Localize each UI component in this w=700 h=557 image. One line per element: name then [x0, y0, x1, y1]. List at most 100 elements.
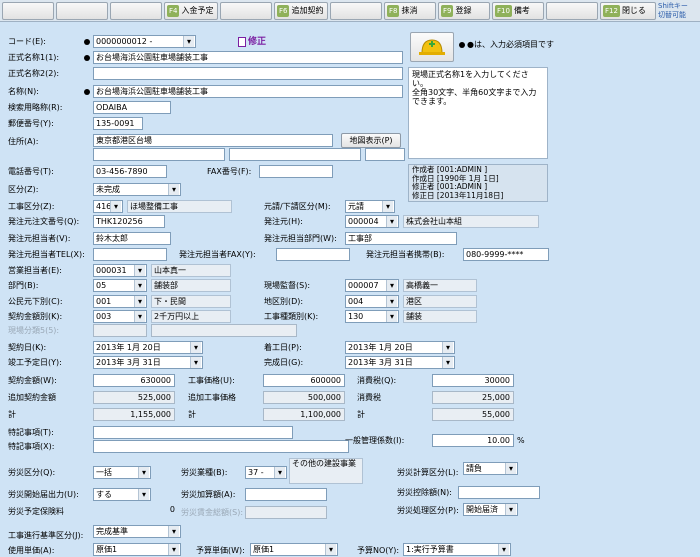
- orderer-dept-input[interactable]: 工事部: [345, 232, 457, 245]
- site-class-name: [151, 324, 297, 337]
- short-name-label: 名称(N):: [8, 87, 39, 96]
- due-date-picker[interactable]: 2013年 3月 31日: [93, 356, 203, 369]
- fkey-button-11[interactable]: [546, 2, 598, 20]
- note1-input[interactable]: [93, 426, 293, 439]
- contract-amount-input[interactable]: 630000: [93, 374, 175, 387]
- dept-select[interactable]: 05: [93, 279, 147, 292]
- address2b-input[interactable]: [229, 148, 361, 161]
- orderer-dept-label: 発注元担当部門(W):: [264, 234, 337, 243]
- close-button[interactable]: F12 閉じる: [600, 2, 656, 20]
- budget-unit-label: 予算単価(W):: [196, 546, 245, 555]
- fkey-badge: F4: [167, 5, 180, 17]
- labor-proc-label: 労災処理区分(P):: [397, 506, 459, 515]
- orderer-name: 株式会社山本組: [403, 215, 539, 228]
- zip-input[interactable]: 135-0091: [93, 117, 143, 130]
- fkey-button-7[interactable]: [330, 2, 382, 20]
- labor-calc-select[interactable]: 請負: [463, 462, 518, 475]
- orderer-tel-label: 発注元担当者TEL(X):: [8, 250, 85, 259]
- fkey-button-2[interactable]: [56, 2, 108, 20]
- name2-input[interactable]: [93, 67, 403, 80]
- note2-input[interactable]: [93, 440, 349, 453]
- fax-input[interactable]: [259, 165, 333, 178]
- payment-schedule-button[interactable]: F4 入金予定: [164, 2, 218, 20]
- name1-input[interactable]: お台場海浜公園駐車場舗装工事: [93, 51, 403, 64]
- supervisor-select[interactable]: 000007: [345, 279, 399, 292]
- contract-class-name: 2千万円以上: [151, 310, 231, 323]
- tax-input[interactable]: 30000: [432, 374, 514, 387]
- required-dot: [459, 42, 465, 48]
- contract-class-select[interactable]: 003: [93, 310, 147, 323]
- general-rate-input[interactable]: 10.00: [432, 434, 514, 447]
- labor-business-select[interactable]: 37 -: [245, 466, 287, 479]
- search-kana-label: 検索用略称(R):: [8, 103, 63, 112]
- payment-schedule-label: 入金予定: [181, 6, 214, 15]
- labor-add-rate-input[interactable]: [245, 488, 327, 501]
- percent-label: %: [517, 436, 525, 445]
- delete-button[interactable]: F8 抹消: [384, 2, 436, 20]
- orderer-code-select[interactable]: 000004: [345, 215, 399, 228]
- progress-basis-label: 工事進行基準区分(J):: [8, 531, 84, 540]
- labor-start-flag-select[interactable]: する: [93, 488, 151, 501]
- work-kind-select[interactable]: 130: [345, 310, 399, 323]
- public-private-label: 公民元下別(C):: [8, 297, 63, 306]
- fkey-badge: F6: [277, 5, 290, 17]
- budget-unit-select[interactable]: 原価1: [250, 543, 338, 556]
- orderer-tel-input[interactable]: [93, 248, 167, 261]
- add-contract-amount: 525,000: [93, 391, 175, 404]
- complete-date-label: 完成日(G):: [264, 358, 304, 367]
- register-button[interactable]: F9 登録: [438, 2, 490, 20]
- fkey-badge: F10: [495, 5, 512, 17]
- zip-label: 郵便番号(Y):: [8, 119, 54, 128]
- work-price-input[interactable]: 600000: [263, 374, 345, 387]
- category-select[interactable]: 未完成: [93, 183, 181, 196]
- budget-no-select[interactable]: 1:実行予算書: [403, 543, 511, 556]
- prime-sub-select[interactable]: 元請: [345, 200, 395, 213]
- labor-deduct-input[interactable]: [458, 486, 540, 499]
- sales-person-name: 山本真一: [151, 264, 231, 277]
- register-label: 登録: [455, 6, 472, 15]
- code-select[interactable]: 0000000012 -: [93, 35, 196, 48]
- fkey-button-5[interactable]: [220, 2, 272, 20]
- orderer-doc-input[interactable]: THK120256: [93, 215, 165, 228]
- additional-contract-button[interactable]: F6 追加契約: [274, 2, 328, 20]
- labor-proc-select[interactable]: 開始届済: [463, 503, 518, 516]
- shift-hint: Shiftキー 切替可能: [658, 2, 688, 19]
- due-date-label: 竣工予定日(Y):: [8, 358, 62, 367]
- contract-date-picker[interactable]: 2013年 1月 20日: [93, 341, 203, 354]
- map-display-button[interactable]: 地図表示(P): [341, 133, 401, 148]
- remarks-button[interactable]: F10 備考: [492, 2, 544, 20]
- fkey-badge: F9: [441, 5, 454, 17]
- progress-basis-select[interactable]: 完成基準: [93, 525, 181, 538]
- fkey-button-1[interactable]: [2, 2, 54, 20]
- work-kind-label: 工事種類別(K):: [264, 312, 319, 321]
- updated-on: 修正日 [2013年11月18日]: [412, 190, 504, 200]
- note1-label: 特記事項(T):: [8, 428, 54, 437]
- remarks-label: 備考: [513, 6, 530, 15]
- orderer-person-label: 発注元担当者(V):: [8, 234, 71, 243]
- note2-label: 特記事項(X):: [8, 442, 55, 451]
- address1-input[interactable]: 東京都港区台場: [93, 134, 333, 147]
- work-type-name: ほ場整備工事: [127, 200, 232, 213]
- orderer-mobile-input[interactable]: 080-9999-****: [463, 248, 549, 261]
- fkey-button-3[interactable]: [110, 2, 162, 20]
- phone-input[interactable]: 03-456-7890: [93, 165, 167, 178]
- search-kana-input[interactable]: ODAIBA: [93, 101, 171, 114]
- complete-date-picker[interactable]: 2013年 3月 31日: [345, 356, 455, 369]
- helmet-icon: [410, 32, 454, 62]
- work-type-code-select[interactable]: 416: [93, 200, 123, 213]
- orderer-person-input[interactable]: 鈴木太郎: [93, 232, 171, 245]
- code-label: コード(E):: [8, 37, 46, 46]
- address2c-input[interactable]: [365, 148, 405, 161]
- region-select[interactable]: 004: [345, 295, 399, 308]
- start-date-picker[interactable]: 2013年 1月 20日: [345, 341, 455, 354]
- short-name-input[interactable]: お台場海浜公園駐車場舗装工事: [93, 85, 403, 98]
- orderer-fax-input[interactable]: [276, 248, 350, 261]
- supervisor-name: 高橋義一: [403, 279, 477, 292]
- contract-amount-label: 契約金額(W):: [8, 376, 57, 385]
- total-work: 1,100,000: [263, 408, 345, 421]
- sales-person-select[interactable]: 000031: [93, 264, 147, 277]
- labor-class-select[interactable]: 一括: [93, 466, 151, 479]
- unit-use-select[interactable]: 原価1: [93, 543, 181, 556]
- public-private-select[interactable]: 001: [93, 295, 147, 308]
- address2a-input[interactable]: [93, 148, 225, 161]
